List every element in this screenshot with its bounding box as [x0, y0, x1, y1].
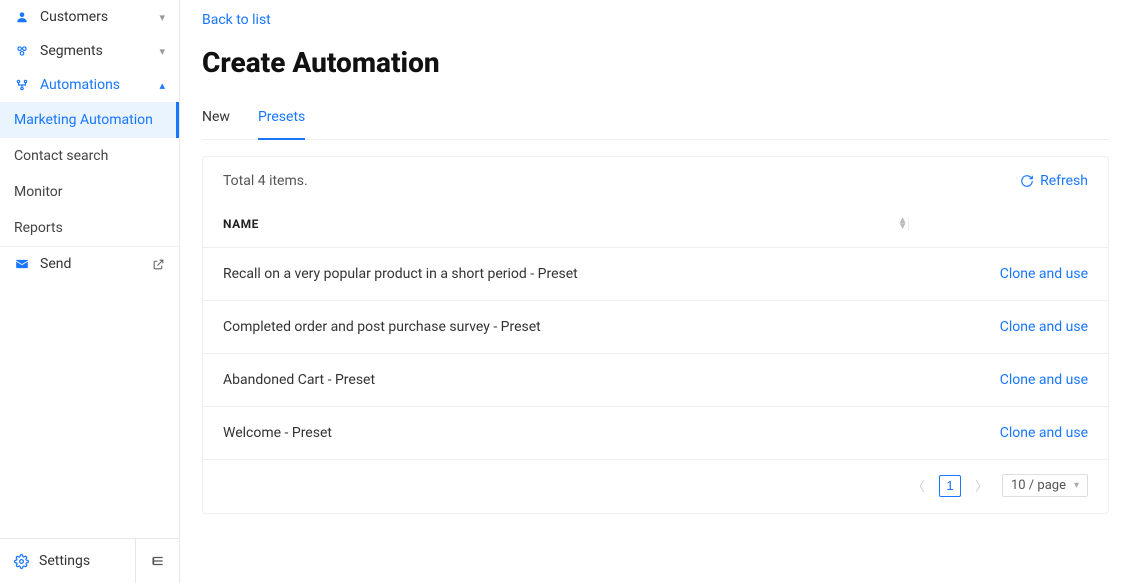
- page-size-select[interactable]: 10 / page ▾: [1002, 474, 1088, 497]
- sidebar-item-label: Customers: [40, 9, 159, 25]
- sidebar-subitem-label: Contact search: [14, 148, 108, 164]
- presets-card: Total 4 items. Refresh NAME ▲▼: [202, 156, 1109, 514]
- mail-icon: [14, 256, 30, 272]
- sidebar-subitem-label: Monitor: [14, 184, 63, 200]
- external-link-icon: [152, 258, 165, 271]
- tab-new[interactable]: New: [202, 101, 230, 139]
- segments-icon: [14, 43, 30, 59]
- sidebar-item-settings[interactable]: Settings: [0, 539, 135, 583]
- page-title: Create Automation: [202, 46, 1109, 79]
- page-size-label: 10 / page: [1011, 478, 1066, 493]
- sidebar-subitem-marketing-automation[interactable]: Marketing Automation: [0, 102, 179, 138]
- collapse-sidebar-button[interactable]: [135, 539, 179, 583]
- pagination: 〈 〉 10 / page ▾: [203, 460, 1108, 497]
- chevron-down-icon: ▾: [159, 11, 165, 24]
- chevron-up-icon: ▴: [159, 79, 165, 92]
- clone-and-use-link[interactable]: Clone and use: [1000, 372, 1088, 388]
- sidebar-item-label: Automations: [40, 77, 159, 93]
- tab-label: Presets: [258, 109, 305, 125]
- column-header-name[interactable]: NAME ▲▼: [223, 217, 908, 231]
- preset-name: Welcome - Preset: [223, 425, 928, 441]
- clone-and-use-link[interactable]: Clone and use: [1000, 425, 1088, 441]
- table-row: Recall on a very popular product in a sh…: [203, 248, 1108, 301]
- sidebar: Customers ▾ Segments ▾ Automations ▴ Mar…: [0, 0, 180, 583]
- sidebar-item-segments[interactable]: Segments ▾: [0, 34, 179, 68]
- table-body: Recall on a very popular product in a sh…: [203, 248, 1108, 460]
- page-number-input[interactable]: [939, 475, 961, 497]
- chevron-down-icon: ▾: [159, 45, 165, 58]
- tab-presets[interactable]: Presets: [258, 101, 305, 139]
- sidebar-item-send[interactable]: Send: [0, 246, 179, 281]
- clone-and-use-link[interactable]: Clone and use: [1000, 266, 1088, 282]
- user-icon: [14, 9, 30, 25]
- settings-label: Settings: [39, 553, 90, 569]
- refresh-button[interactable]: Refresh: [1020, 173, 1088, 189]
- tab-label: New: [202, 109, 230, 125]
- collapse-icon: [151, 554, 165, 568]
- sidebar-main: Customers ▾ Segments ▾ Automations ▴ Mar…: [0, 0, 179, 538]
- next-page-button[interactable]: 〉: [971, 474, 992, 497]
- sidebar-item-label: Send: [40, 256, 152, 272]
- column-header-action: [908, 217, 1088, 231]
- gear-icon: [14, 554, 29, 569]
- table-row: Welcome - Preset Clone and use: [203, 407, 1108, 460]
- refresh-icon: [1020, 174, 1034, 188]
- main-content: Back to list Create Automation New Prese…: [180, 0, 1131, 583]
- table-header: NAME ▲▼: [203, 197, 1108, 248]
- presets-table: NAME ▲▼ Recall on a very popular product…: [203, 197, 1108, 460]
- sidebar-subitem-contact-search[interactable]: Contact search: [0, 138, 179, 174]
- preset-name: Completed order and post purchase survey…: [223, 319, 928, 335]
- sort-icon: ▲▼: [898, 218, 908, 230]
- sidebar-item-label: Segments: [40, 43, 159, 59]
- automation-icon: [14, 77, 30, 93]
- sidebar-item-automations[interactable]: Automations ▴: [0, 68, 179, 102]
- table-row: Abandoned Cart - Preset Clone and use: [203, 354, 1108, 407]
- clone-and-use-link[interactable]: Clone and use: [1000, 319, 1088, 335]
- table-row: Completed order and post purchase survey…: [203, 301, 1108, 354]
- sidebar-footer: Settings: [0, 538, 179, 583]
- tabs: New Presets: [202, 101, 1109, 140]
- prev-page-button[interactable]: 〈: [908, 474, 929, 497]
- total-items-text: Total 4 items.: [223, 173, 308, 189]
- sidebar-subitem-monitor[interactable]: Monitor: [0, 174, 179, 210]
- card-header: Total 4 items. Refresh: [203, 173, 1108, 197]
- sidebar-subitem-reports[interactable]: Reports: [0, 210, 179, 246]
- refresh-label: Refresh: [1040, 173, 1088, 189]
- preset-name: Abandoned Cart - Preset: [223, 372, 928, 388]
- sidebar-subitem-label: Marketing Automation: [14, 112, 153, 128]
- back-to-list-link[interactable]: Back to list: [202, 12, 1109, 28]
- chevron-down-icon: ▾: [1074, 480, 1079, 491]
- column-header-label: NAME: [223, 217, 259, 231]
- sidebar-subitem-label: Reports: [14, 220, 63, 236]
- preset-name: Recall on a very popular product in a sh…: [223, 266, 928, 282]
- sidebar-item-customers[interactable]: Customers ▾: [0, 0, 179, 34]
